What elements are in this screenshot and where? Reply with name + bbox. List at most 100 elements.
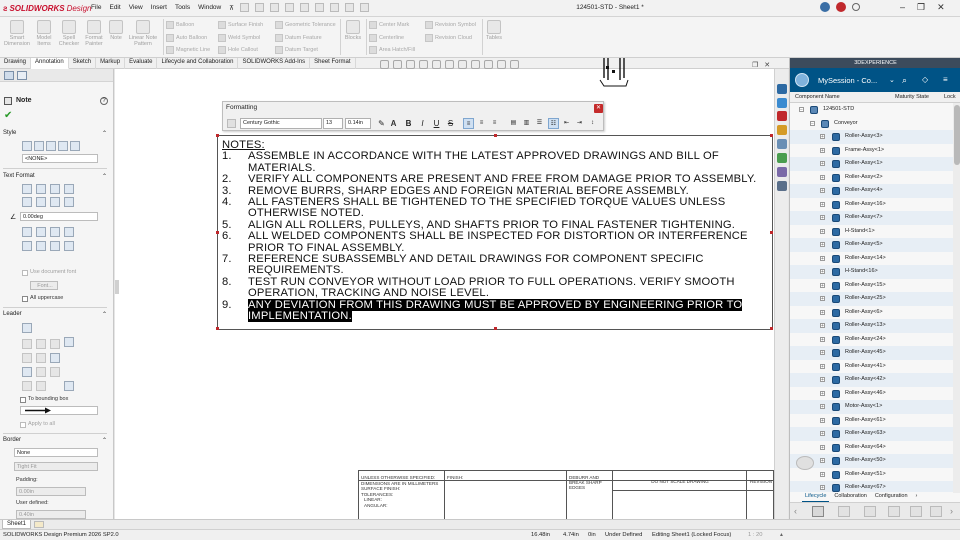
tab-collaboration[interactable]: Collaboration <box>831 492 869 502</box>
leader-style-icon[interactable] <box>22 339 32 349</box>
column-maturity-state[interactable]: Maturity State <box>895 94 929 100</box>
blocks-button[interactable]: Blocks <box>343 20 363 41</box>
dynamic-annotation-icon[interactable] <box>432 60 441 69</box>
tab-lifecycle[interactable]: Lifecycle <box>802 492 830 502</box>
style-icon[interactable] <box>22 141 32 151</box>
menu-view[interactable]: View <box>129 4 143 12</box>
column-lock[interactable]: Lock <box>944 94 956 100</box>
component-row[interactable]: + Roller-Assy<41> <box>790 360 953 374</box>
lifecycle-icon[interactable] <box>838 506 850 517</box>
highlight-icon[interactable]: ✎ <box>376 118 387 129</box>
format-painter-button[interactable]: Format Painter <box>82 20 106 47</box>
resize-handle[interactable] <box>216 134 219 137</box>
component-row[interactable]: + Motor-Assy<1> <box>790 400 953 414</box>
component-row[interactable]: + Roller-Assy<63> <box>790 427 953 441</box>
zoom-to-area-icon[interactable] <box>393 60 402 69</box>
property-manager-tab-icon[interactable] <box>17 71 27 80</box>
style-icon[interactable] <box>58 141 68 151</box>
expand-icon[interactable]: + <box>820 444 825 450</box>
rebuild-icon[interactable] <box>345 3 354 12</box>
leader-style-icon[interactable] <box>22 353 32 363</box>
options-icon[interactable] <box>360 3 369 12</box>
tab-lifecycle[interactable]: Lifecycle and Collaboration <box>157 58 239 69</box>
edit-appearance-icon[interactable] <box>484 60 493 69</box>
style-section-header[interactable]: Style ⌃ <box>3 130 107 137</box>
maturity-icon[interactable] <box>910 506 922 517</box>
surface-finish-icon[interactable] <box>36 241 46 251</box>
expand-icon[interactable]: + <box>820 458 825 464</box>
datum-feature-button[interactable]: Datum Feature <box>275 34 322 42</box>
align-right-icon[interactable]: ≡ <box>489 118 500 129</box>
component-row[interactable]: + H-Stand<1> <box>790 225 953 239</box>
save-icon[interactable] <box>285 3 294 12</box>
datum-icon[interactable] <box>50 241 60 251</box>
file-explorer-icon[interactable] <box>777 125 787 135</box>
component-row[interactable]: + Roller-Assy<50> <box>790 454 953 468</box>
note-annotation[interactable]: NOTES: 1. ASSEMBLE IN ACCORDANCE WITH THE… <box>216 134 773 330</box>
tree-scrollbar[interactable] <box>953 103 960 493</box>
undo-icon[interactable] <box>315 3 324 12</box>
style-icon[interactable] <box>70 141 80 151</box>
component-row[interactable]: + Roller-Assy<4> <box>790 184 953 198</box>
expand-icon[interactable]: + <box>820 390 825 396</box>
center-mark-button[interactable]: Center Mark <box>369 21 409 29</box>
chevron-left-icon[interactable]: ‹ <box>794 506 797 516</box>
component-row[interactable]: + Roller-Assy<7> <box>790 211 953 225</box>
component-row[interactable]: + Roller-Assy<42> <box>790 373 953 387</box>
session-name[interactable]: MySession - Co... <box>818 76 877 85</box>
save-to-platform-icon[interactable] <box>812 506 824 517</box>
leader-style-icon[interactable] <box>50 339 60 349</box>
component-row[interactable]: + Roller-Assy<6> <box>790 306 953 320</box>
menu-file[interactable]: File <box>91 4 101 12</box>
apply-to-all-checkbox[interactable] <box>20 422 26 428</box>
weld-symbol-button[interactable]: Weld Symbol <box>218 34 260 42</box>
align-middle-icon[interactable] <box>36 197 46 207</box>
compass-icon[interactable] <box>795 73 809 87</box>
font-size-select[interactable]: 13 <box>323 118 343 129</box>
expand-icon[interactable]: + <box>820 242 825 248</box>
expand-icon[interactable]: + <box>820 471 825 477</box>
area-hatch-button[interactable]: Area Hatch/Fill <box>369 46 415 54</box>
resize-handle[interactable] <box>494 134 497 137</box>
minimize-icon[interactable]: – <box>900 2 905 13</box>
bullets-icon[interactable]: ☰ <box>534 118 545 129</box>
component-row[interactable]: + Roller-Assy<16> <box>790 198 953 212</box>
note-item[interactable]: 4. ALL FASTENERS SHALL BE TIGHTENED TO TH… <box>222 196 770 220</box>
component-row[interactable]: + Roller-Assy<13> <box>790 319 953 333</box>
component-row[interactable]: + Roller-Assy<15> <box>790 279 953 293</box>
question-icon[interactable] <box>852 3 860 11</box>
component-row[interactable]: + Roller-Assy<25> <box>790 292 953 306</box>
note-item[interactable]: 6. ALL WELDED COMPONENTS SHALL BE INSPECT… <box>222 231 770 254</box>
tab-drawing[interactable]: Drawing <box>0 58 32 69</box>
text-format-section-header[interactable]: Text Format ⌃ <box>3 173 107 180</box>
align-left-icon[interactable] <box>22 184 32 194</box>
centerline-button[interactable]: Centerline <box>369 34 404 42</box>
expand-icon[interactable]: + <box>820 215 825 221</box>
note-item-selected[interactable]: 9. ANY DEVIATION FROM THIS DRAWING MUST B… <box>222 298 770 323</box>
expand-icon[interactable]: + <box>820 174 825 180</box>
component-row[interactable]: + Roller-Assy<64> <box>790 441 953 455</box>
component-row[interactable]: + Roller-Assy<51> <box>790 468 953 482</box>
underline-button[interactable]: U <box>431 118 442 129</box>
border-section-header[interactable]: Border ⌃ <box>3 437 107 444</box>
border-style-select[interactable]: None <box>14 448 98 457</box>
add-sheet-icon[interactable] <box>34 521 44 528</box>
component-row[interactable]: + Roller-Assy<45> <box>790 346 953 360</box>
expand-icon[interactable]: + <box>820 201 825 207</box>
numbering-icon[interactable]: ☷ <box>548 118 559 129</box>
expand-icon[interactable]: + <box>820 377 825 383</box>
drawing-view-fragment[interactable] <box>598 58 630 90</box>
selected-text[interactable]: ANY DEVIATION FROM THIS DRAWING MUST BE … <box>248 298 743 323</box>
auto-balloon-button[interactable]: Auto Balloon <box>166 34 207 42</box>
tree-subassembly[interactable]: − Conveyor <box>790 117 953 131</box>
previous-view-icon[interactable] <box>406 60 415 69</box>
leader-icon[interactable] <box>22 323 32 333</box>
menu-edit[interactable]: Edit <box>109 4 120 12</box>
restore-icon[interactable]: ❐ <box>752 61 758 69</box>
component-row[interactable]: + Roller-Assy<61> <box>790 414 953 428</box>
leader-no-icon[interactable] <box>64 337 74 347</box>
help-icon[interactable]: ? <box>100 97 108 105</box>
resize-handle[interactable] <box>494 327 497 330</box>
menu-window[interactable]: Window <box>198 4 221 12</box>
to-bounding-box-checkbox[interactable] <box>20 397 26 403</box>
